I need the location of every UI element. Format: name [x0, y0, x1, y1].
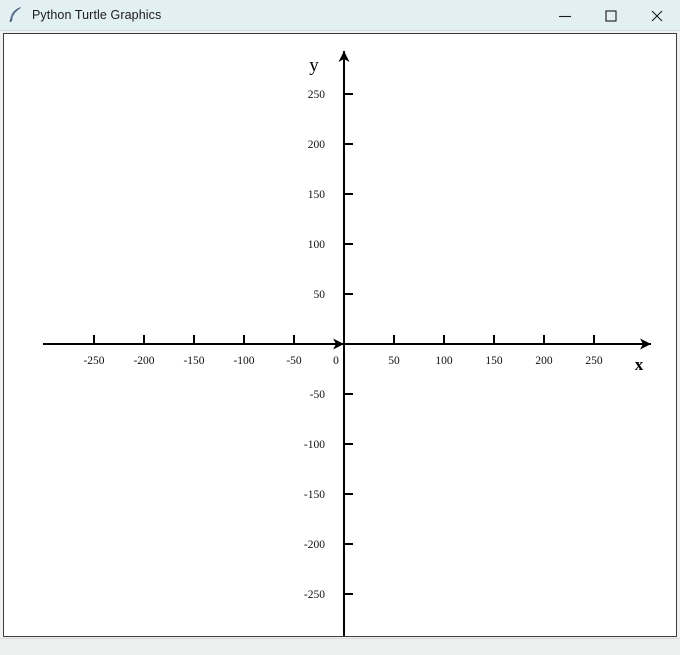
y-axis-tick-label: 100 — [308, 239, 326, 251]
y-axis-tick-label: -150 — [304, 489, 325, 501]
x-axis-tick-label: -100 — [233, 355, 254, 367]
y-axis-tick-label: 200 — [308, 139, 326, 151]
close-icon — [651, 10, 663, 21]
close-button[interactable] — [634, 0, 680, 31]
y-axis-tick-label: 50 — [314, 289, 326, 301]
x-axis-tick-label: -250 — [83, 355, 104, 367]
turtle-canvas[interactable]: -250 -200 -150 -100 -50 50 100 150 200 250 250 200 1… — [3, 33, 677, 637]
x-axis-tick-label: 100 — [435, 355, 453, 367]
turtle-feather-icon — [9, 7, 21, 23]
window-controls — [542, 0, 680, 31]
y-axis-tick-label: -250 — [304, 589, 325, 601]
turtle-graphics-window: Python Turtle Graphics -250-200 -150 -10… — [0, 0, 680, 655]
y-axis-tick-label: 250 — [308, 89, 326, 101]
x-axis-tick-label: 250 — [585, 355, 603, 367]
x-axis-tick-label: 50 — [388, 355, 400, 367]
x-axis-tick-label: -200 — [133, 355, 154, 367]
minimize-button[interactable] — [542, 0, 588, 31]
axes-group: -250 -200 -150 -100 -50 50 100 150 200 250 250 200 1… — [43, 51, 651, 636]
x-axis-tick-label: 200 — [535, 355, 553, 367]
y-axis-tick-label: -50 — [310, 389, 326, 401]
x-axis-tick-label: -50 — [286, 355, 302, 367]
y-axis-tick-label: -200 — [304, 539, 325, 551]
coordinate-axes-drawing: -250 -200 -150 -100 -50 50 100 150 200 250 250 200 1… — [43, 51, 651, 636]
x-axis-tick-label: 150 — [485, 355, 503, 367]
title-bar: Python Turtle Graphics — [0, 0, 680, 31]
y-axis-tick-label: 150 — [308, 189, 326, 201]
origin-tick-label: 0 — [333, 355, 339, 367]
minimize-icon — [559, 15, 571, 17]
x-axis-label: x — [635, 355, 644, 374]
window-title: Python Turtle Graphics — [32, 8, 162, 22]
maximize-button[interactable] — [588, 0, 634, 31]
y-axis-label: y — [309, 55, 319, 76]
y-axis-tick-label: -100 — [304, 439, 325, 451]
maximize-icon — [605, 9, 617, 22]
x-axis-tick-label: -150 — [183, 355, 204, 367]
status-bar — [0, 638, 680, 655]
